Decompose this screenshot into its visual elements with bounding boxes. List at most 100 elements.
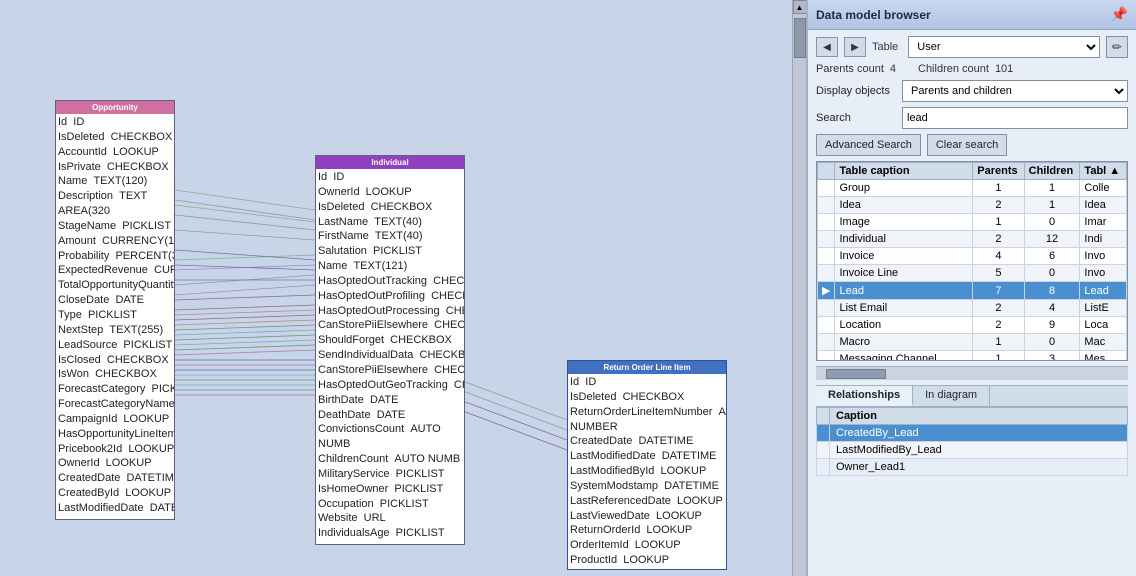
entity-body-individual: Id IDOwnerId LOOKUPIsDeleted CHECKBOX La… xyxy=(316,169,464,539)
canvas-scrollbar[interactable]: ▲ xyxy=(792,0,806,576)
main-table-container[interactable]: Table caption Parents Children Tabl ▲ Gr… xyxy=(816,161,1128,361)
parents-count-value: 4 xyxy=(890,63,896,75)
panel-body: ◀ ▶ Table User ✏ Parents count 4 Childre… xyxy=(808,30,1136,576)
col-caption[interactable]: Table caption xyxy=(835,163,973,180)
display-select[interactable]: Parents and children Parents only Childr… xyxy=(902,80,1128,102)
pin-icon[interactable]: 📌 xyxy=(1111,6,1128,23)
cell-children: 8 xyxy=(1024,282,1080,300)
cell-parents: 4 xyxy=(973,248,1024,265)
cell-caption: List Email xyxy=(835,300,973,317)
canvas-area[interactable]: Opportunity Id IDIsDeleted CHECKBOXAccou… xyxy=(0,0,792,576)
display-label: Display objects xyxy=(816,85,896,97)
row-indicator xyxy=(817,425,830,442)
col-tabl[interactable]: Tabl ▲ xyxy=(1080,163,1127,180)
cell-caption: LastModifiedBy_Lead xyxy=(830,442,1128,459)
cell-children: 3 xyxy=(1024,351,1080,362)
cell-tabl: Idea xyxy=(1080,197,1127,214)
h-scroll-thumb[interactable] xyxy=(826,369,886,379)
table-row[interactable]: Image 1 0 Imar xyxy=(818,214,1127,231)
bottom-table: Caption CreatedBy_Lead LastModifiedBy_Le… xyxy=(816,407,1128,476)
cell-caption: Group xyxy=(835,180,973,197)
list-item[interactable]: Owner_Lead1 xyxy=(817,459,1128,476)
table-row[interactable]: List Email 2 4 ListE xyxy=(818,300,1127,317)
table-row[interactable]: Location 2 9 Loca xyxy=(818,317,1127,334)
edit-button[interactable]: ✏ xyxy=(1106,36,1128,58)
cell-children: 12 xyxy=(1024,231,1080,248)
counts-row: Parents count 4 Children count 101 xyxy=(816,63,1128,75)
cell-children: 0 xyxy=(1024,334,1080,351)
entity-box-individual[interactable]: Individual Id IDOwnerId LOOKUPIsDeleted … xyxy=(315,155,465,545)
scroll-up-button[interactable]: ▲ xyxy=(793,0,807,14)
table-row[interactable]: Idea 2 1 Idea xyxy=(818,197,1127,214)
search-input[interactable] xyxy=(902,107,1128,129)
col-parents[interactable]: Parents xyxy=(973,163,1024,180)
scroll-thumb[interactable] xyxy=(794,18,806,58)
row-indicator xyxy=(818,231,835,248)
row-indicator: ▶ xyxy=(818,282,835,300)
tab-relationships[interactable]: Relationships xyxy=(816,386,913,406)
row-indicator xyxy=(818,334,835,351)
bottom-col-indicator xyxy=(817,408,830,425)
cell-caption: Lead xyxy=(835,282,973,300)
cell-caption: Invoice Line xyxy=(835,265,973,282)
row-indicator xyxy=(818,300,835,317)
advanced-search-button[interactable]: Advanced Search xyxy=(816,134,921,156)
nav-back-button[interactable]: ◀ xyxy=(816,37,838,57)
table-row[interactable]: ▶ Lead 7 8 Lead xyxy=(818,282,1127,300)
table-row[interactable]: Invoice Line 5 0 Invo xyxy=(818,265,1127,282)
table-row[interactable]: Individual 2 12 Indi xyxy=(818,231,1127,248)
bottom-col-caption[interactable]: Caption xyxy=(830,408,1128,425)
list-item[interactable]: CreatedBy_Lead xyxy=(817,425,1128,442)
cell-parents: 5 xyxy=(973,265,1024,282)
table-row[interactable]: Macro 1 0 Mac xyxy=(818,334,1127,351)
cell-parents: 2 xyxy=(973,300,1024,317)
cell-tabl: Indi xyxy=(1080,231,1127,248)
entity-body-return-order: Id IDIsDeleted CHECKBOX ReturnOrderLineI… xyxy=(568,374,726,564)
bottom-table-body: CreatedBy_Lead LastModifiedBy_Lead Owner… xyxy=(817,425,1128,476)
panel-header: Data model browser 📌 xyxy=(808,0,1136,30)
cell-children: 0 xyxy=(1024,265,1080,282)
row-indicator xyxy=(818,248,835,265)
entity-header-opportunity: Opportunity xyxy=(56,101,174,114)
table-row[interactable]: Group 1 1 Colle xyxy=(818,180,1127,197)
cell-parents: 2 xyxy=(973,317,1024,334)
col-children[interactable]: Children xyxy=(1024,163,1080,180)
cell-children: 1 xyxy=(1024,197,1080,214)
cell-tabl: Lead xyxy=(1080,282,1127,300)
tab-in-diagram[interactable]: In diagram xyxy=(913,386,990,406)
search-row: Search xyxy=(816,107,1128,129)
bottom-tabs: Relationships In diagram xyxy=(816,386,1128,407)
cell-tabl: Colle xyxy=(1080,180,1127,197)
row-indicator xyxy=(818,214,835,231)
table-select[interactable]: User xyxy=(908,36,1100,58)
cell-tabl: Mes xyxy=(1080,351,1127,362)
row-indicator xyxy=(817,459,830,476)
cell-tabl: Mac xyxy=(1080,334,1127,351)
list-item[interactable]: LastModifiedBy_Lead xyxy=(817,442,1128,459)
cell-parents: 1 xyxy=(973,214,1024,231)
row-indicator xyxy=(818,351,835,362)
entity-body-opportunity: Id IDIsDeleted CHECKBOXAccountId LOOKUP … xyxy=(56,114,174,514)
row-indicator xyxy=(818,317,835,334)
cell-caption: Invoice xyxy=(835,248,973,265)
cell-children: 6 xyxy=(1024,248,1080,265)
entity-header-individual: Individual xyxy=(316,156,464,169)
row-indicator xyxy=(817,442,830,459)
cell-caption: Individual xyxy=(835,231,973,248)
table-row[interactable]: Invoice 4 6 Invo xyxy=(818,248,1127,265)
nav-forward-button[interactable]: ▶ xyxy=(844,37,866,57)
cell-parents: 2 xyxy=(973,197,1024,214)
cell-children: 0 xyxy=(1024,214,1080,231)
entity-header-return-order: Return Order Line Item xyxy=(568,361,726,374)
clear-search-button[interactable]: Clear search xyxy=(927,134,1007,156)
cell-caption: Location xyxy=(835,317,973,334)
entity-box-return-order-line-item[interactable]: Return Order Line Item Id IDIsDeleted CH… xyxy=(567,360,727,570)
display-row: Display objects Parents and children Par… xyxy=(816,80,1128,102)
entity-box-opportunity[interactable]: Opportunity Id IDIsDeleted CHECKBOXAccou… xyxy=(55,100,175,520)
cell-tabl: Invo xyxy=(1080,265,1127,282)
h-scrollbar[interactable] xyxy=(816,366,1128,380)
table-row[interactable]: Messaging Channel 1 3 Mes xyxy=(818,351,1127,362)
cell-parents: 1 xyxy=(973,180,1024,197)
bottom-table-container[interactable]: Caption CreatedBy_Lead LastModifiedBy_Le… xyxy=(816,407,1128,476)
cell-children: 1 xyxy=(1024,180,1080,197)
